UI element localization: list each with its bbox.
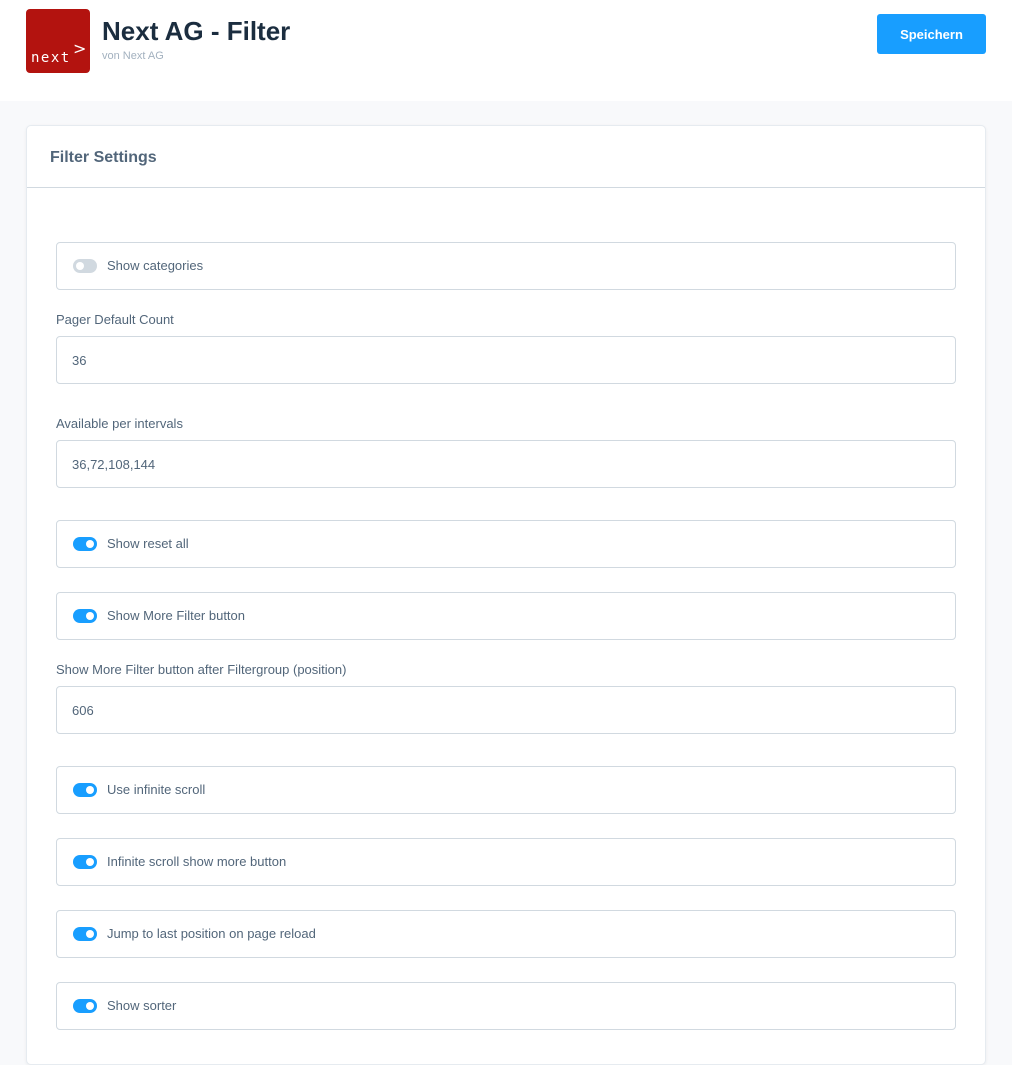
infinite-scroll-more-toggle[interactable] — [73, 855, 97, 869]
toggle-knob — [86, 858, 94, 866]
show-reset-all-setting: Show reset all — [56, 520, 956, 568]
show-sorter-toggle[interactable] — [73, 999, 97, 1013]
show-more-filter-label: Show More Filter button — [107, 608, 246, 623]
show-categories-setting: Show categories — [56, 242, 956, 290]
available-intervals-label: Available per intervals — [56, 416, 183, 431]
infinite-scroll-more-setting: Infinite scroll show more button — [56, 838, 956, 886]
infinite-scroll-label: Use infinite scroll — [107, 782, 206, 797]
infinite-scroll-more-label: Infinite scroll show more button — [107, 854, 287, 869]
logo-arrow-icon: > — [73, 39, 87, 58]
app-vendor: von Next AG — [102, 50, 164, 62]
toggle-knob — [86, 1002, 94, 1010]
toggle-knob — [86, 612, 94, 620]
show-more-filter-toggle[interactable] — [73, 609, 97, 623]
jump-last-position-toggle[interactable] — [73, 927, 97, 941]
jump-last-position-label: Jump to last position on page reload — [107, 926, 316, 941]
app-logo: next > — [26, 9, 90, 73]
show-reset-all-toggle[interactable] — [73, 537, 97, 551]
infinite-scroll-toggle[interactable] — [73, 783, 97, 797]
available-intervals-input[interactable] — [56, 440, 956, 488]
toggle-knob — [86, 786, 94, 794]
app-header: next > Next AG - Filter von Next AG Spei… — [0, 0, 1012, 101]
jump-last-position-setting: Jump to last position on page reload — [56, 910, 956, 958]
show-more-filter-setting: Show More Filter button — [56, 592, 956, 640]
pager-default-count-input[interactable] — [56, 336, 956, 384]
show-sorter-setting: Show sorter — [56, 982, 956, 1030]
toggle-knob — [76, 262, 84, 270]
card-title: Filter Settings — [50, 149, 157, 166]
show-categories-toggle[interactable] — [73, 259, 97, 273]
toggle-knob — [86, 540, 94, 548]
show-sorter-label: Show sorter — [107, 998, 177, 1013]
pager-default-count-label: Pager Default Count — [56, 312, 174, 327]
card-header: Filter Settings — [27, 126, 985, 188]
logo-text: next — [31, 50, 71, 66]
more-filter-position-label: Show More Filter button after Filtergrou… — [56, 662, 347, 677]
save-button[interactable]: Speichern — [877, 14, 986, 54]
more-filter-position-input[interactable] — [56, 686, 956, 734]
show-reset-all-label: Show reset all — [107, 536, 189, 551]
app-title: Next AG - Filter — [102, 16, 291, 46]
infinite-scroll-setting: Use infinite scroll — [56, 766, 956, 814]
toggle-knob — [86, 930, 94, 938]
show-categories-label: Show categories — [107, 258, 204, 273]
